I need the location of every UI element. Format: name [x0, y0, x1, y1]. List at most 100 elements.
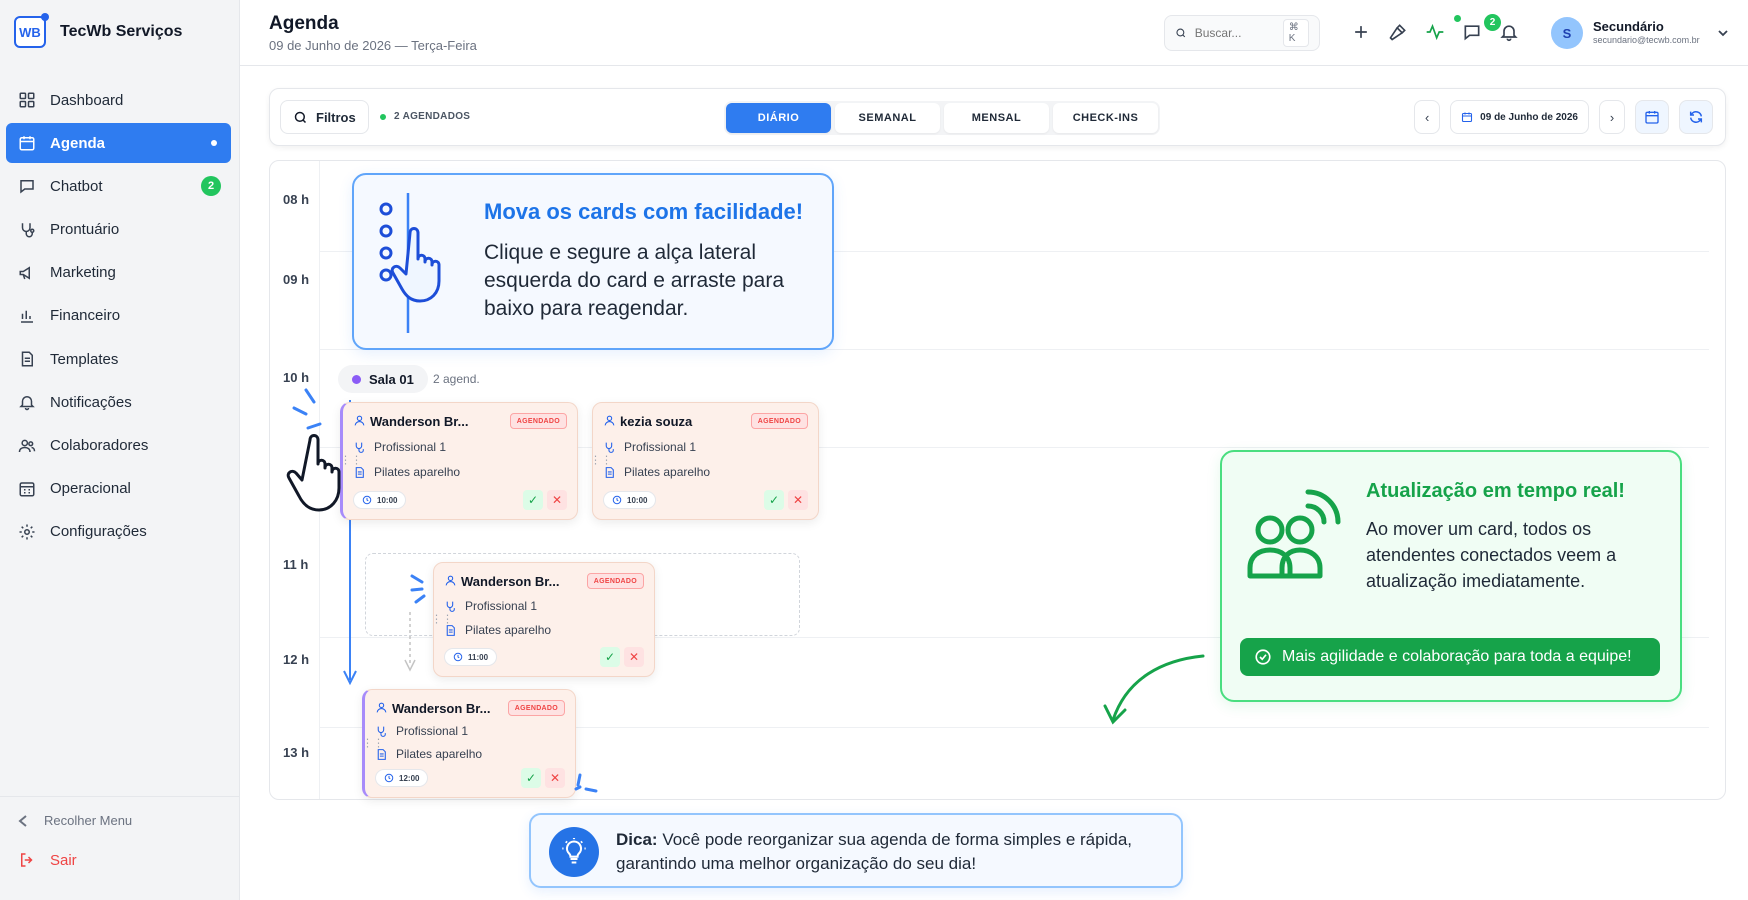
- search-box[interactable]: ⌘ K: [1164, 15, 1320, 51]
- messages-icon[interactable]: [1462, 22, 1482, 42]
- sidebar-item-operacional[interactable]: Operacional: [6, 469, 231, 509]
- professional-name: Profissional 1: [374, 440, 447, 454]
- appointment-card[interactable]: ⋮⋮ kezia souza AGENDADO Profissional 1 P…: [590, 402, 819, 520]
- search-icon: [294, 111, 307, 123]
- collaboration-banner: Mais agilidade e colaboração para toda a…: [1240, 638, 1660, 676]
- service-row: Pilates aparelho: [353, 465, 460, 479]
- active-indicator-dot: [211, 140, 217, 147]
- realtime-tip-title: Atualização em tempo real!: [1366, 480, 1625, 502]
- sidebar-item-notificacoes[interactable]: Notificações: [6, 382, 231, 422]
- cancel-button[interactable]: ✕: [624, 647, 644, 667]
- brand[interactable]: WB TecWb Serviços: [14, 13, 182, 48]
- sidebar-item-agenda[interactable]: Agenda: [6, 123, 231, 164]
- patient-name: Wanderson Br...: [461, 574, 560, 589]
- drag-handle[interactable]: ⋮⋮: [362, 738, 384, 749]
- users-icon: [18, 439, 36, 452]
- cancel-button[interactable]: ✕: [547, 490, 567, 510]
- time-chip: 10:00: [353, 491, 407, 509]
- tab-diario[interactable]: DIÁRIO: [726, 103, 831, 133]
- appointment-card[interactable]: ⋮⋮ Wanderson Br... AGENDADO Profissional…: [362, 689, 576, 798]
- sidebar-item-dashboard[interactable]: Dashboard: [6, 80, 231, 120]
- hour-label: 08 h: [283, 192, 310, 207]
- appointment-card[interactable]: ⋮⋮ Wanderson Br... AGENDADO Profissional…: [431, 562, 655, 677]
- stethoscope-icon: [446, 601, 455, 612]
- sidebar-item-financeiro[interactable]: Financeiro: [6, 296, 231, 336]
- patient-name: kezia souza: [620, 414, 693, 429]
- cancel-button[interactable]: ✕: [545, 768, 565, 788]
- clock-icon: [384, 773, 394, 783]
- sidebar-item-label: Notificações: [50, 393, 132, 411]
- clock-icon: [362, 495, 372, 505]
- document-icon: [446, 624, 455, 636]
- sidebar-item-label: Operacional: [50, 480, 131, 498]
- logout-icon: [21, 853, 33, 867]
- calendar-view-button[interactable]: [1635, 100, 1669, 134]
- sidebar-item-marketing[interactable]: Marketing: [6, 253, 231, 293]
- page-title: Agenda: [269, 13, 339, 34]
- professional-row: Profissional 1: [353, 440, 446, 454]
- hour-label: 12 h: [283, 652, 310, 667]
- stethoscope-icon: [355, 442, 364, 453]
- appointment-card[interactable]: ⋮⋮ Wanderson Br... AGENDADO Profissional…: [340, 402, 578, 520]
- filter-button[interactable]: Filtros: [280, 100, 369, 134]
- check-circle-icon: [1255, 649, 1271, 665]
- activity-icon[interactable]: [1425, 22, 1445, 42]
- tab-semanal[interactable]: SEMANAL: [835, 103, 940, 133]
- date-label: 09 de Junho de 2026: [1480, 111, 1578, 123]
- tab-check-ins[interactable]: CHECK-INS: [1053, 103, 1158, 133]
- bell-icon[interactable]: [1499, 22, 1519, 42]
- search-input[interactable]: [1194, 26, 1275, 40]
- chat-icon: [20, 180, 34, 194]
- sidebar-item-label: Chatbot: [50, 177, 103, 195]
- calendar-icon: [1462, 112, 1473, 123]
- sidebar-item-templates[interactable]: Templates: [6, 339, 231, 379]
- stethoscope-icon: [377, 726, 386, 737]
- drag-handle[interactable]: ⋮⋮: [340, 455, 362, 466]
- refresh-button[interactable]: [1679, 100, 1713, 134]
- tab-mensal[interactable]: MENSAL: [944, 103, 1049, 133]
- date-picker[interactable]: 09 de Junho de 2026: [1450, 100, 1589, 134]
- document-icon: [377, 748, 386, 760]
- logout-label: Sair: [50, 851, 77, 869]
- hour-label: 11 h: [283, 557, 309, 572]
- drag-handle[interactable]: ⋮⋮: [590, 455, 612, 466]
- appointment-time: 11:00: [468, 652, 489, 662]
- sidebar-item-configuracoes[interactable]: Configurações: [6, 512, 231, 552]
- plus-icon[interactable]: [1351, 22, 1371, 42]
- logout-button[interactable]: Sair: [18, 851, 77, 869]
- sidebar-item-prontuario[interactable]: Prontuário: [6, 210, 231, 250]
- next-day-button[interactable]: ›: [1599, 100, 1625, 134]
- sidebar-item-label: Agenda: [50, 134, 106, 152]
- user-name[interactable]: Secundário: [1593, 19, 1664, 34]
- hammer-icon[interactable]: [1388, 22, 1408, 42]
- service-row: Pilates aparelho: [444, 623, 551, 637]
- service-row: Pilates aparelho: [375, 747, 482, 761]
- collapse-menu-button[interactable]: Recolher Menu: [18, 813, 132, 828]
- sidebar-item-chatbot[interactable]: Chatbot 2: [6, 166, 231, 206]
- time-chip: 12:00: [375, 769, 429, 787]
- sidebar-item-label: Dashboard: [50, 91, 124, 109]
- realtime-tip-body: Ao mover um card, todos os atendentes co…: [1366, 519, 1617, 591]
- appointment-time: 12:00: [399, 773, 420, 783]
- sidebar-footer: Recolher Menu Sair: [0, 796, 239, 900]
- avatar[interactable]: S: [1551, 17, 1583, 49]
- page-subtitle: 09 de Junho de 2026 — Terça-Feira: [269, 38, 477, 53]
- room-count: 2 agend.: [433, 372, 480, 386]
- appointment-time: 10:00: [627, 495, 648, 505]
- document-icon: [605, 466, 614, 478]
- confirm-button[interactable]: ✓: [523, 490, 543, 510]
- user-icon: [376, 702, 387, 713]
- cancel-button[interactable]: ✕: [788, 490, 808, 510]
- confirm-button[interactable]: ✓: [764, 490, 784, 510]
- professional-row: Profissional 1: [444, 599, 537, 613]
- professional-row: Profissional 1: [375, 724, 468, 738]
- chevron-down-icon[interactable]: [1717, 27, 1729, 39]
- sidebar-item-colaboradores[interactable]: Colaboradores: [6, 426, 231, 466]
- prev-day-button[interactable]: ‹: [1414, 100, 1441, 134]
- room-chip[interactable]: Sala 01: [338, 365, 428, 393]
- drag-tip-title: Mova os cards com facilidade!: [484, 199, 804, 224]
- confirm-button[interactable]: ✓: [600, 647, 620, 667]
- confirm-button[interactable]: ✓: [521, 768, 541, 788]
- status-badge: AGENDADO: [507, 700, 565, 716]
- drag-handle[interactable]: ⋮⋮: [431, 614, 453, 625]
